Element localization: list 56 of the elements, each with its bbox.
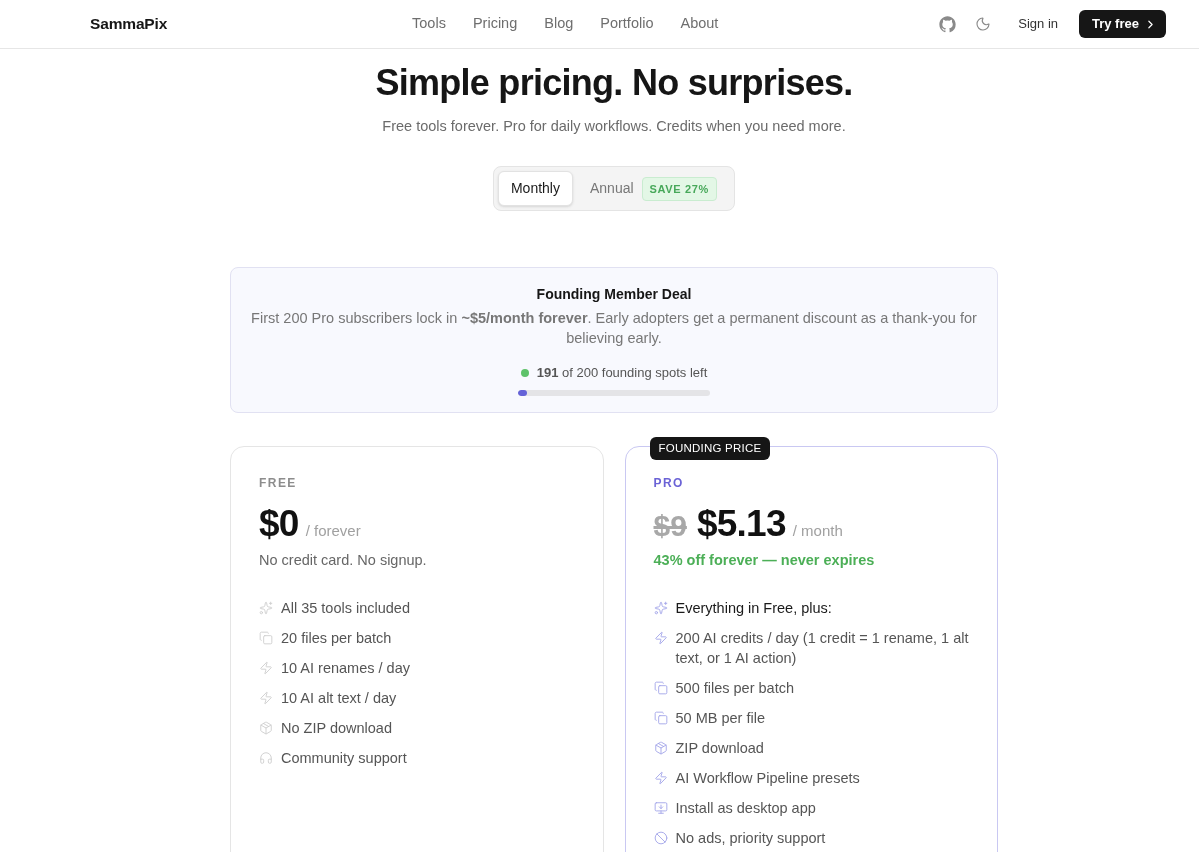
billing-option[interactable]: Annual SAVE 27%: [576, 171, 731, 206]
lightning-icon: [259, 661, 273, 675]
feature-text: 500 files per batch: [675, 679, 794, 698]
feature-text: No ZIP download: [281, 719, 392, 738]
lightning-icon: [653, 631, 668, 645]
moon-icon: [975, 16, 992, 32]
feature-text: ZIP download: [675, 739, 764, 758]
sparkles-icon: [259, 601, 273, 615]
lightning-icon: [259, 691, 273, 705]
feature-text: 200 AI credits / day (1 credit = 1 rename, 1 alt text, or 1 AI action): [675, 629, 969, 668]
plan-name: PRO: [653, 475, 685, 491]
nav-link[interactable]: About: [680, 13, 719, 35]
deal-description: First 200 Pro subscribers lock in ~$5/month forever. Early adopters get a permanent discount as a thank-you for believing early.: [251, 309, 977, 348]
plan-name: FREE: [259, 475, 298, 491]
feature-text: 20 files per batch: [281, 629, 392, 648]
package-icon: [653, 741, 668, 755]
monitor-icon: [653, 801, 668, 815]
discount-badge: SAVE 27%: [641, 176, 718, 201]
plan-note: 43% off forever — never expires: [653, 551, 876, 570]
nav-link[interactable]: Portfolio: [600, 13, 654, 35]
feature-text: No ads, priority support: [675, 829, 826, 848]
lightning-icon: [653, 771, 668, 785]
price-period: / month: [792, 521, 843, 541]
page-title: Simple pricing. No surprises.: [375, 61, 853, 105]
nav-link[interactable]: Pricing: [472, 13, 518, 35]
plan-price: $0: [259, 504, 299, 544]
plan-badge: FOUNDING PRICE: [649, 437, 771, 460]
feature-text: 10 AI alt text / day: [281, 689, 397, 708]
price-period: / forever: [305, 521, 361, 541]
try-free-button[interactable]: Try free: [1079, 10, 1166, 38]
nav-link[interactable]: Blog: [544, 13, 574, 35]
feature-text: 50 MB per file: [675, 709, 765, 728]
feature-text: Community support: [281, 749, 407, 768]
plan-price: $5.13: [696, 504, 786, 544]
headphones-icon: [259, 751, 273, 765]
deal-title: Founding Member Deal: [536, 285, 692, 304]
files-icon: [259, 631, 273, 645]
nav-link[interactable]: Tools: [412, 13, 446, 35]
files-icon: [653, 681, 668, 695]
sparkles-icon: [653, 601, 668, 615]
feature-text: Install as desktop app: [675, 799, 816, 818]
logo[interactable]: SammaPix: [90, 12, 168, 36]
spots-left-text: 191 of 200 founding spots left: [536, 364, 708, 382]
plan-note: No credit card. No signup.: [259, 551, 428, 570]
sign-in-link[interactable]: Sign in: [1018, 14, 1058, 34]
original-price: $9: [653, 508, 687, 544]
page-subtitle: Free tools forever. Pro for daily workflows. Credits when you need more.: [382, 117, 846, 136]
feature-text: AI Workflow Pipeline presets: [675, 769, 860, 788]
feature-text: 10 AI renames / day: [281, 659, 410, 678]
feature-text: Everything in Free, plus:: [675, 599, 832, 618]
files-icon: [653, 711, 668, 725]
prohibited-icon: [653, 831, 668, 845]
feature-text: All 35 tools included: [281, 599, 410, 618]
package-icon: [259, 721, 273, 735]
billing-option[interactable]: Monthly: [497, 171, 573, 206]
github-icon: [938, 15, 956, 33]
